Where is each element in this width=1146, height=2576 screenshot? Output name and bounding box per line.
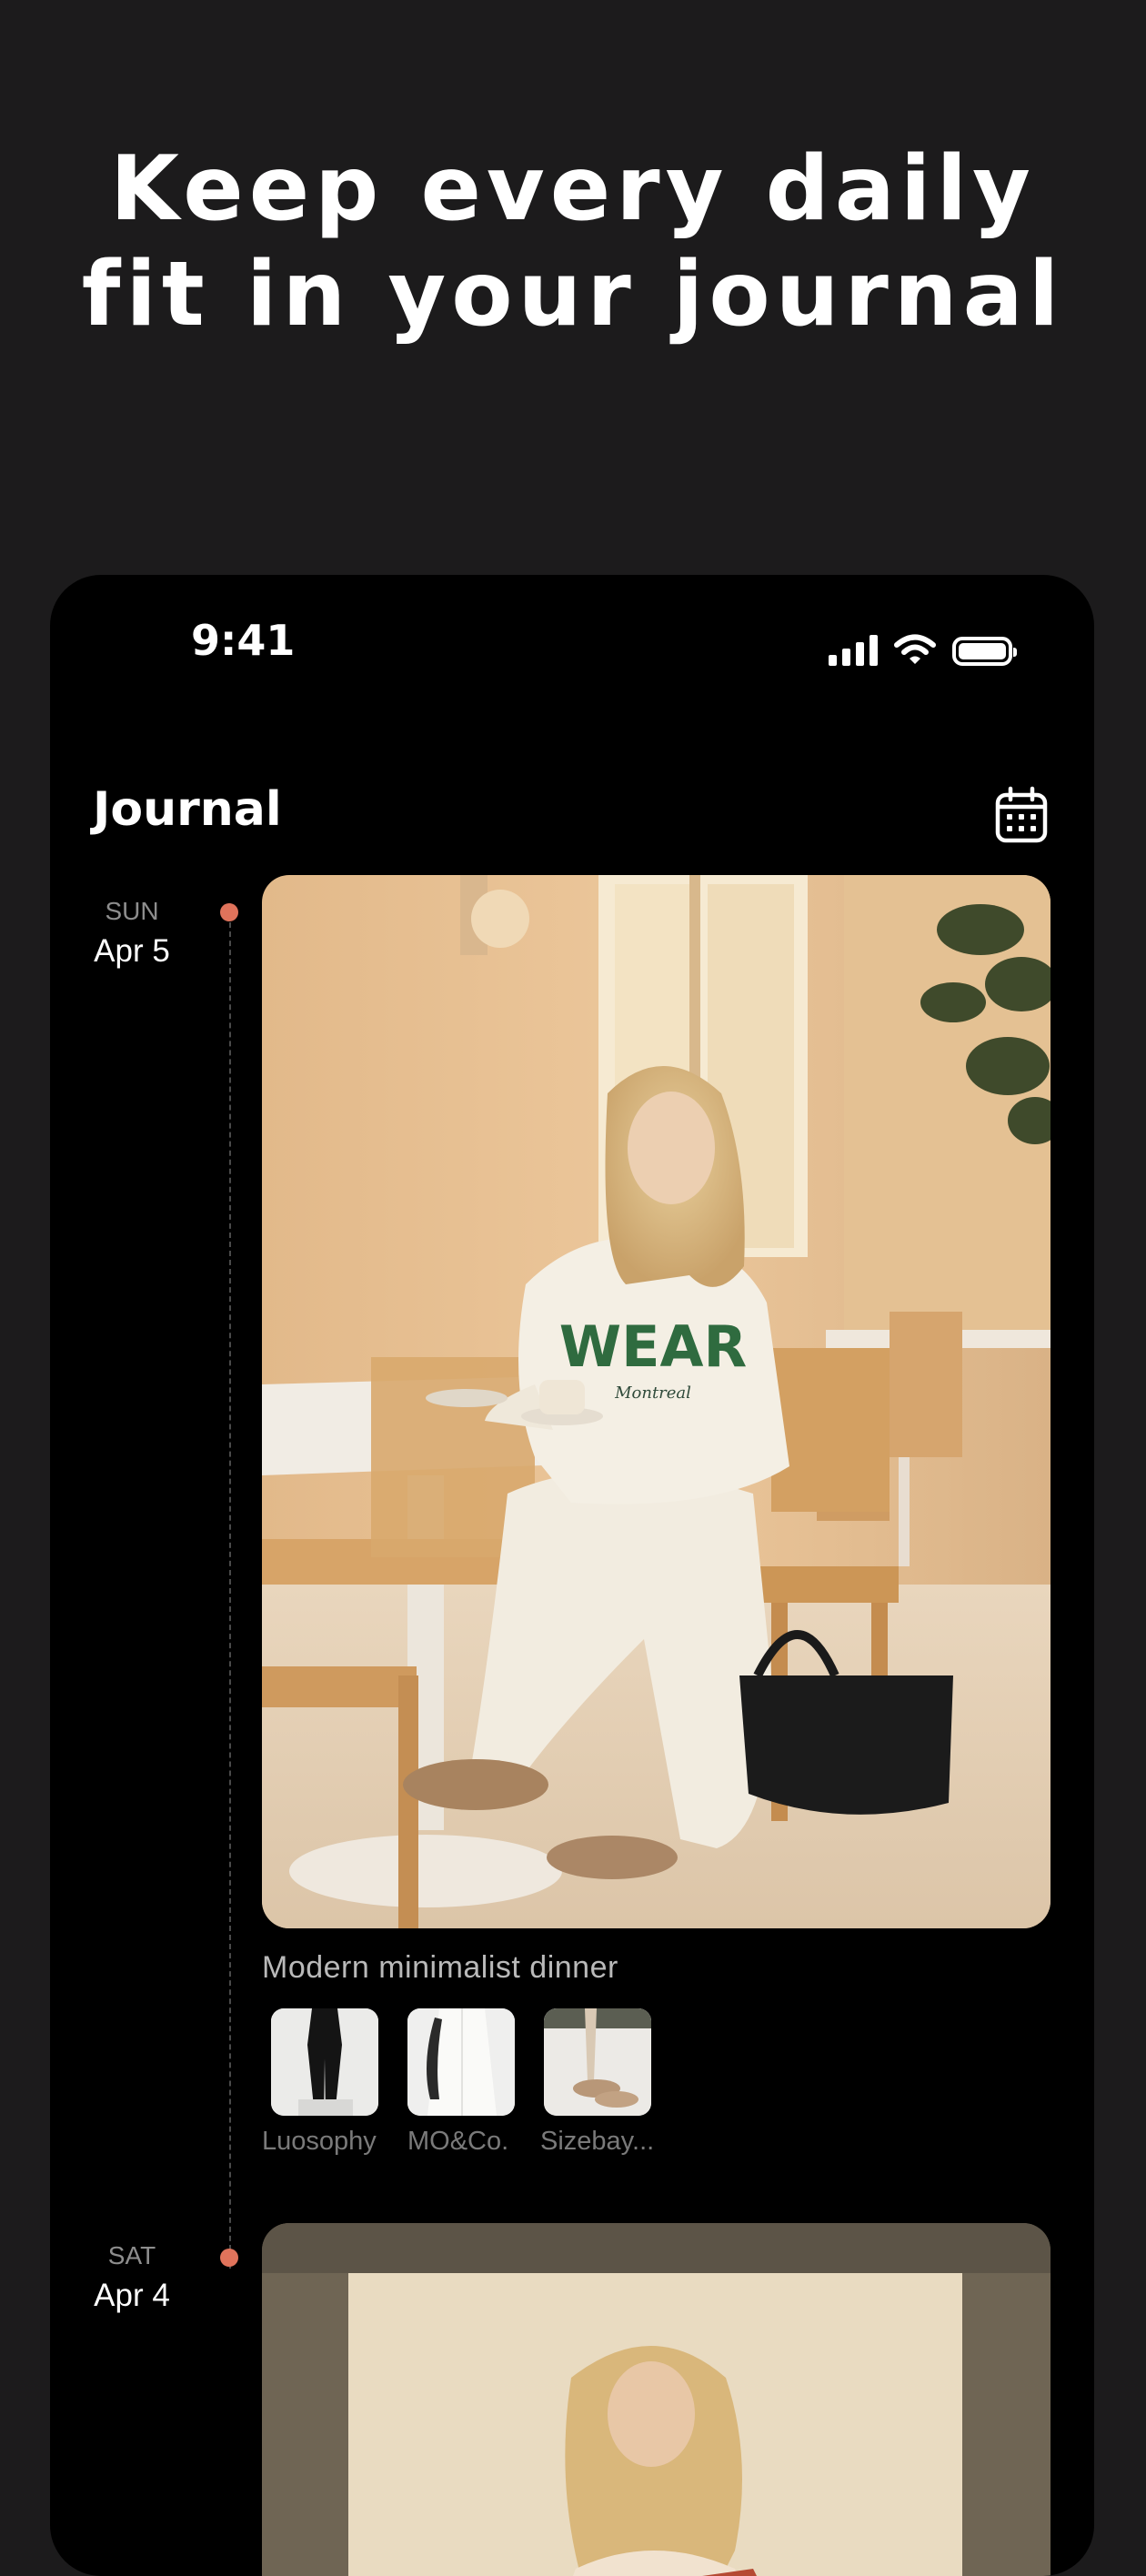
- item-thumbnail[interactable]: [544, 2008, 651, 2116]
- item-brand: MO&Co.: [407, 2127, 509, 2156]
- sweatshirt-script: Montreal: [614, 1384, 691, 1403]
- item-brand: Sizebay...: [540, 2127, 655, 2156]
- status-icons: [829, 633, 1017, 666]
- headline-line-2: fit in your journal: [81, 243, 1065, 347]
- entry-caption: Modern minimalist dinner: [262, 1950, 618, 1985]
- wifi-icon: [894, 634, 936, 664]
- item-brand: Luosophy: [262, 2127, 377, 2156]
- entry-day: SAT: [107, 2241, 156, 2269]
- item-thumbnail[interactable]: [271, 2008, 378, 2116]
- outfit-photo[interactable]: WEAR Montreal: [262, 875, 1050, 1928]
- timeline-line: [229, 913, 231, 2269]
- page-title: Journal: [93, 782, 282, 837]
- entry-date: Apr 5: [94, 933, 170, 969]
- cellular-signal-icon: [829, 635, 878, 666]
- outfit-photo[interactable]: [262, 2223, 1050, 2576]
- sweatshirt-print: WEAR: [559, 1313, 747, 1380]
- item-thumbnail[interactable]: [407, 2008, 515, 2116]
- phone-screen: 9:41 Journal SUN Apr 5 WEAR Montreal Mod…: [50, 575, 1094, 2576]
- calendar-icon[interactable]: [994, 786, 1049, 844]
- outfit-items: [271, 2008, 651, 2116]
- status-time: 9:41: [191, 616, 296, 665]
- timeline-dot: [220, 903, 238, 921]
- entry-date: Apr 4: [94, 2278, 170, 2313]
- headline-line-1: Keep every daily: [110, 137, 1036, 241]
- timeline-dot: [220, 2249, 238, 2267]
- hero-headline: Keep every daily fit in your journal: [0, 136, 1146, 347]
- battery-icon: [952, 637, 1017, 666]
- entry-day: SUN: [105, 897, 159, 925]
